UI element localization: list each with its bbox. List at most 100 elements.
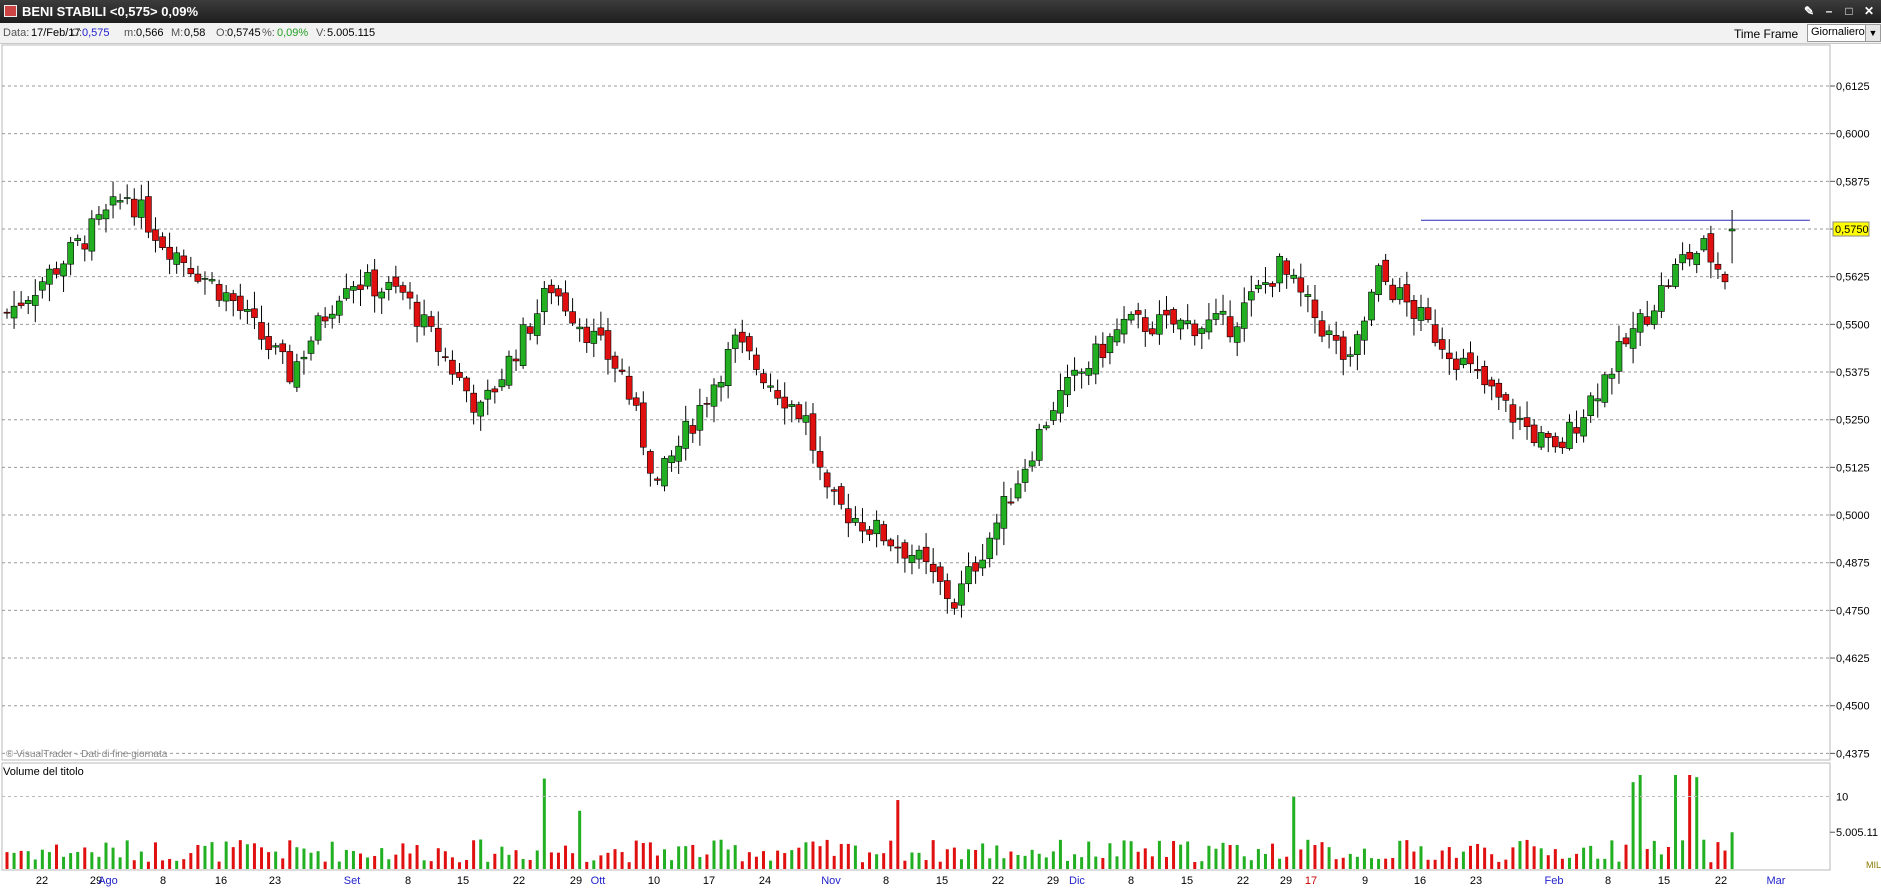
x-tick-label: Ago: [98, 875, 118, 887]
candlestick-chart[interactable]: 0,6125 0,6000 0,5875 0,5750 0,5625 0,5500 0,53…: [0, 0, 1881, 888]
candle-body: [972, 562, 979, 572]
volume-bar: [1256, 848, 1260, 869]
volume-bar: [210, 842, 214, 869]
candle-body: [894, 546, 902, 549]
candle-body: [788, 404, 796, 407]
candle-body: [258, 322, 265, 340]
volume-bar: [267, 852, 271, 869]
volume-bar: [684, 846, 688, 869]
candle-body: [710, 384, 718, 407]
volume-bar: [457, 862, 461, 869]
candle-body: [1424, 307, 1432, 320]
candle-body: [1396, 287, 1404, 300]
candle-body: [1488, 379, 1495, 387]
volume-bar: [472, 840, 476, 869]
candle-body: [555, 288, 562, 297]
candle-body: [173, 252, 180, 265]
volume-bar: [634, 840, 638, 869]
volume-panel-title: Volume del titolo: [3, 766, 84, 778]
candle-body: [244, 308, 251, 312]
volume-bar: [1681, 840, 1685, 869]
candle-body: [60, 263, 67, 277]
candle-body: [1085, 368, 1093, 376]
candle-body: [1177, 319, 1184, 330]
candle-body: [1021, 468, 1029, 483]
price-tick-label: 0,4750: [1836, 605, 1870, 617]
volume-bar: [1051, 851, 1055, 869]
volume-bar: [1172, 841, 1176, 869]
candle-body: [1410, 300, 1418, 319]
volume-bar: [1638, 775, 1642, 869]
candle-body: [321, 316, 329, 322]
volume-bar: [917, 852, 921, 869]
candle-body: [852, 518, 859, 523]
candle-body: [887, 539, 895, 547]
volume-bar: [1596, 858, 1600, 869]
volume-bar: [429, 861, 433, 869]
candle-body: [590, 330, 598, 344]
price-tick-label: 0,5625: [1836, 272, 1870, 284]
volume-bar: [1108, 843, 1112, 869]
candle-body: [371, 269, 378, 297]
volume-bar: [1122, 840, 1126, 869]
candle-body: [753, 354, 760, 370]
candle-body: [1064, 377, 1071, 396]
candle-body: [1707, 233, 1715, 263]
volume-bar: [627, 862, 631, 869]
volume-last-label: 5.005.11: [1836, 827, 1878, 839]
volume-bar: [1546, 855, 1550, 869]
candle-body: [272, 345, 279, 348]
candle-body: [392, 276, 400, 287]
volume-bar: [754, 856, 758, 869]
candle-body: [965, 566, 972, 585]
candle-body: [10, 305, 18, 319]
candle-body: [1516, 417, 1524, 420]
candle-body: [1700, 238, 1708, 251]
volume-bar: [1518, 841, 1522, 869]
candle-body: [1042, 425, 1050, 429]
candle-body: [1566, 421, 1573, 449]
candle-body: [343, 288, 350, 299]
volume-bar: [663, 849, 667, 869]
volume-bar: [1129, 841, 1133, 869]
volume-bar: [1080, 857, 1084, 869]
volume-bar: [1702, 839, 1706, 869]
candle-body: [512, 358, 520, 362]
volume-bar: [1009, 851, 1013, 869]
volume-tick-label: 10: [1836, 791, 1848, 803]
candle-body: [399, 285, 407, 293]
volume-bar: [839, 843, 843, 869]
volume-bar: [146, 861, 150, 869]
volume-bar: [288, 840, 292, 869]
candle-body: [1622, 337, 1630, 345]
volume-bar: [1398, 840, 1402, 869]
candle-body: [1170, 309, 1177, 325]
volume-bar: [1073, 854, 1077, 869]
volume-bar: [359, 853, 362, 869]
volume-bar: [1362, 848, 1366, 869]
candle-body: [1099, 343, 1107, 359]
volume-bar: [97, 856, 101, 869]
candle-body: [307, 340, 315, 354]
volume-bar: [76, 851, 80, 869]
volume-bar: [337, 861, 341, 869]
candle-body: [1149, 328, 1156, 335]
candle-body: [760, 373, 767, 384]
candle-body: [1248, 291, 1255, 301]
candle-body: [1120, 318, 1128, 335]
candle-body: [873, 519, 880, 535]
candle-body: [145, 196, 152, 233]
candle-body: [1255, 284, 1262, 290]
volume-bar: [535, 850, 539, 869]
volume-bar: [408, 853, 412, 869]
volume-bar: [1228, 845, 1232, 869]
price-panel: [1, 44, 1831, 761]
candle-body: [1530, 424, 1538, 443]
volume-bar: [1263, 853, 1267, 869]
candle-body: [39, 281, 46, 291]
candle-body: [1686, 251, 1693, 260]
candle-body: [116, 200, 124, 203]
volume-bar: [139, 851, 143, 869]
volume-bar: [1476, 843, 1480, 869]
volume-bar: [189, 853, 193, 869]
